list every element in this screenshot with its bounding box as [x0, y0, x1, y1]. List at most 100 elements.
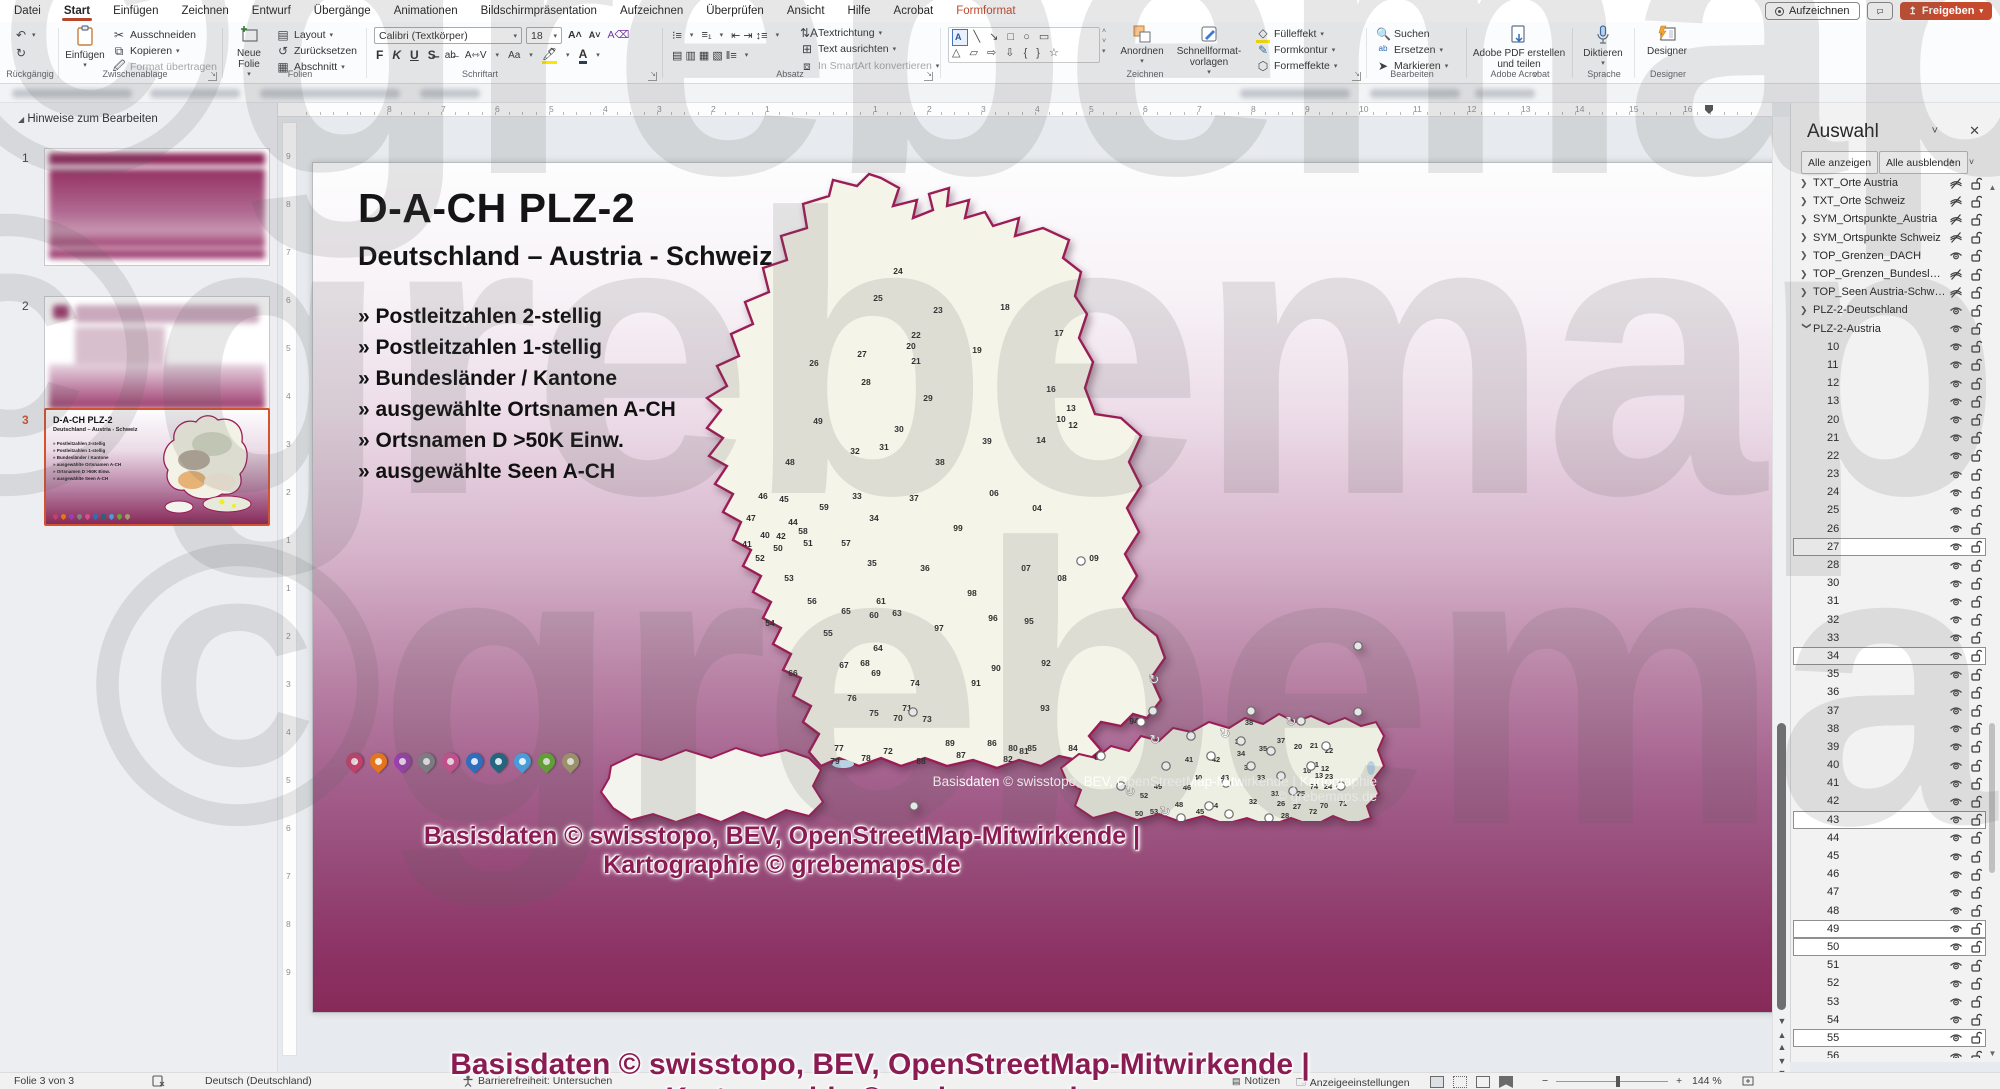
layer-row-43[interactable]: 43: [1793, 811, 1986, 829]
layer-row-25[interactable]: 25: [1793, 501, 1986, 519]
layer-row-24[interactable]: 24: [1793, 483, 1986, 501]
unlock-icon[interactable]: [1966, 922, 1986, 935]
eye-hidden-icon[interactable]: [1946, 177, 1966, 190]
unlock-icon[interactable]: [1966, 722, 1986, 735]
layer-row-23[interactable]: 23: [1793, 465, 1986, 483]
eye-visible-icon[interactable]: [1946, 431, 1966, 444]
slide-sorter-view-icon[interactable]: [1453, 1076, 1467, 1088]
undo-button[interactable]: ↶▾: [14, 28, 36, 42]
eye-visible-icon[interactable]: [1946, 904, 1966, 917]
eye-visible-icon[interactable]: [1946, 522, 1966, 535]
unlock-icon[interactable]: [1966, 977, 1986, 990]
layer-row-36[interactable]: 36: [1793, 683, 1986, 701]
unlock-icon[interactable]: [1966, 322, 1986, 335]
text-direction-button[interactable]: ⇅ATextrichtung▾: [800, 26, 882, 40]
vertical-scrollbar[interactable]: ▼ ▲▲ ▼▼: [1772, 117, 1790, 1073]
layer-row-20[interactable]: 20: [1793, 410, 1986, 428]
layout-button[interactable]: ▤Layout▾: [276, 28, 333, 42]
list-indent-buttons[interactable]: ⁝≡▾ ≡₁▾ ⇤ ⇥ ↕≡▾: [672, 28, 779, 42]
share-button[interactable]: ↥Freigeben▾: [1900, 2, 1992, 20]
layer-row-26[interactable]: 26: [1793, 520, 1986, 538]
slide1-thumbnail[interactable]: [44, 148, 270, 266]
eye-visible-icon[interactable]: [1946, 777, 1966, 790]
font-family-select[interactable]: Calibri (Textkörper)▾: [374, 27, 522, 44]
unlock-icon[interactable]: [1966, 850, 1986, 863]
eye-hidden-icon[interactable]: [1946, 213, 1966, 226]
pane-scrollbar-thumb[interactable]: [1989, 723, 1995, 873]
eye-visible-icon[interactable]: [1946, 940, 1966, 953]
unlock-icon[interactable]: [1966, 704, 1986, 717]
layer-row-13[interactable]: 13: [1793, 392, 1986, 410]
unlock-icon[interactable]: [1966, 668, 1986, 681]
unlock-icon[interactable]: [1966, 759, 1986, 772]
layer-row-56[interactable]: 56: [1793, 1047, 1986, 1058]
unlock-icon[interactable]: [1966, 649, 1986, 662]
eye-visible-icon[interactable]: [1946, 686, 1966, 699]
unlock-icon[interactable]: [1966, 940, 1986, 953]
cut-button[interactable]: ✂Ausschneiden: [112, 28, 196, 42]
layer-row-TOP_Grenzen_DACH[interactable]: ❯TOP_Grenzen_DACH: [1793, 247, 1986, 265]
menu-tab-bildschirmpräsentation[interactable]: Bildschirmpräsentation: [479, 2, 599, 20]
layer-row-31[interactable]: 31: [1793, 592, 1986, 610]
eye-visible-icon[interactable]: [1946, 358, 1966, 371]
unlock-icon[interactable]: [1966, 795, 1986, 808]
layer-row-45[interactable]: 45: [1793, 847, 1986, 865]
unlock-icon[interactable]: [1966, 577, 1986, 590]
unlock-icon[interactable]: [1966, 522, 1986, 535]
layer-row-53[interactable]: 53: [1793, 992, 1986, 1010]
unlock-icon[interactable]: [1966, 1031, 1986, 1044]
font-style-buttons[interactable]: FKUS̶ab̶A⇿V▾Aa▾ 🖊▾ A▾: [376, 48, 600, 62]
menu-tab-entwurf[interactable]: Entwurf: [250, 2, 293, 20]
quick-styles-button[interactable]: Schnellformat-vorlagen▾: [1172, 25, 1246, 76]
normal-view-icon[interactable]: [1430, 1076, 1444, 1088]
unlock-icon[interactable]: [1966, 1050, 1986, 1058]
eye-hidden-icon[interactable]: [1946, 286, 1966, 299]
layer-row-50[interactable]: 50: [1793, 938, 1986, 956]
layer-row-42[interactable]: 42: [1793, 792, 1986, 810]
reset-button[interactable]: ↺Zurücksetzen: [276, 44, 357, 58]
zoom-level[interactable]: 144 %: [1692, 1075, 1722, 1087]
layer-row-49[interactable]: 49: [1793, 920, 1986, 938]
show-all-button[interactable]: Alle anzeigen: [1801, 151, 1878, 174]
drawing-dialog-launcher[interactable]: ↘: [1352, 72, 1361, 81]
eye-visible-icon[interactable]: [1946, 668, 1966, 681]
eye-visible-icon[interactable]: [1946, 1031, 1966, 1044]
pane-scrollbar[interactable]: ▲ ▼: [1988, 183, 1997, 1058]
eye-hidden-icon[interactable]: [1946, 231, 1966, 244]
eye-visible-icon[interactable]: [1946, 468, 1966, 481]
slideshow-view-icon[interactable]: [1499, 1076, 1513, 1088]
unlock-icon[interactable]: [1966, 286, 1986, 299]
menu-tab-datei[interactable]: Datei: [12, 2, 43, 20]
notes-toggle[interactable]: ▤Notizen: [1232, 1075, 1280, 1087]
expand-chevron-icon[interactable]: ❯: [1800, 305, 1813, 316]
expand-chevron-icon[interactable]: ❯: [1800, 214, 1813, 225]
menu-tab-ansicht[interactable]: Ansicht: [785, 2, 827, 20]
previous-slide-button[interactable]: ▲▲: [1773, 1029, 1791, 1053]
expand-chevron-icon[interactable]: ❯: [1800, 269, 1813, 280]
map-pin-legend[interactable]: [346, 753, 579, 770]
eye-visible-icon[interactable]: [1946, 613, 1966, 626]
menu-tab-zeichnen[interactable]: Zeichnen: [179, 2, 230, 20]
eye-visible-icon[interactable]: [1946, 377, 1966, 390]
eye-visible-icon[interactable]: [1946, 631, 1966, 644]
layer-row-11[interactable]: 11: [1793, 356, 1986, 374]
layer-row-34[interactable]: 34: [1793, 647, 1986, 665]
unlock-icon[interactable]: [1966, 813, 1986, 826]
slide-editing-surface[interactable]: D-A-CH PLZ-2 Deutschland – Austria - Sch…: [312, 162, 1825, 1013]
unlock-icon[interactable]: [1966, 1013, 1986, 1026]
vertical-ruler[interactable]: 987654321123456789: [282, 122, 297, 1056]
menu-tab-formformat[interactable]: Formformat: [954, 2, 1017, 20]
eye-visible-icon[interactable]: [1946, 504, 1966, 517]
eye-visible-icon[interactable]: [1946, 886, 1966, 899]
unlock-icon[interactable]: [1966, 686, 1986, 699]
shape-effects-button[interactable]: ⬡Formeffekte▾: [1256, 59, 1337, 73]
eye-visible-icon[interactable]: [1946, 722, 1966, 735]
scrollbar-thumb[interactable]: [1777, 723, 1786, 1010]
menu-tab-überprüfen[interactable]: Überprüfen: [704, 2, 766, 20]
layer-row-10[interactable]: 10: [1793, 338, 1986, 356]
layer-row-TXT_Orte_Austria[interactable]: ❯TXT_Orte Austria: [1793, 174, 1986, 192]
align-buttons[interactable]: ▤ ▥ ▦ ▧ ‖≡▾: [672, 48, 748, 62]
eye-visible-icon[interactable]: [1946, 486, 1966, 499]
unlock-icon[interactable]: [1966, 377, 1986, 390]
eye-visible-icon[interactable]: [1946, 395, 1966, 408]
